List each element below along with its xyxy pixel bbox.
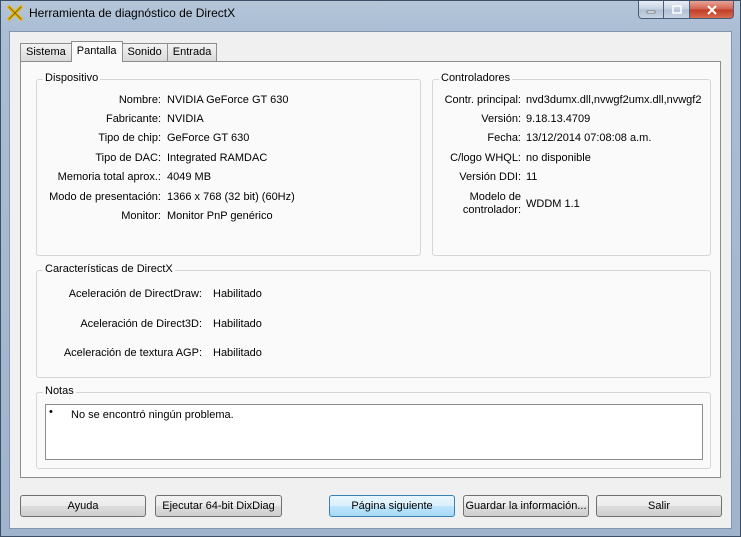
- save-info-button[interactable]: Guardar la información...: [463, 495, 589, 517]
- minimize-button[interactable]: [638, 1, 664, 19]
- driver-date-value: 13/12/2014 07:08:08 a.m.: [526, 132, 652, 144]
- directdraw-label: Aceleración de DirectDraw:: [68, 288, 202, 300]
- notes-title: Notas: [43, 385, 76, 397]
- directx-features-title: Características de DirectX: [43, 263, 175, 275]
- device-name-value: NVIDIA GeForce GT 630: [167, 94, 289, 106]
- title-bar[interactable]: Herramienta de diagnóstico de DirectX: [1, 1, 740, 27]
- run-64bit-dxdiag-button[interactable]: Ejecutar 64-bit DixDiag: [155, 495, 282, 517]
- dialog-content: Sistema Pantalla Sonido Entrada Disposit…: [9, 31, 732, 529]
- close-button[interactable]: [690, 1, 734, 19]
- device-name-label: Nombre:: [118, 94, 161, 106]
- driver-ddi-label: Versión DDI:: [459, 171, 521, 183]
- driver-date-label: Fecha:: [487, 132, 521, 144]
- driver-model-label: Modelo de: [469, 191, 521, 203]
- notes-textbox[interactable]: • No se encontró ningún problema.: [45, 404, 703, 460]
- driver-version-label: Versión:: [481, 113, 521, 125]
- device-group: Dispositivo Nombre: NVIDIA GeForce GT 630…: [36, 72, 421, 256]
- agp-texture-value: Habilitado: [213, 347, 262, 359]
- next-page-button[interactable]: Página siguiente: [329, 495, 455, 517]
- driver-ddi-value: 11: [526, 171, 538, 183]
- device-dac-value: Integrated RAMDAC: [167, 152, 268, 164]
- note-item: No se encontró ningún problema.: [71, 409, 234, 421]
- drivers-group-title: Controladores: [439, 72, 513, 84]
- directx-features-group: Características de DirectX Aceleración d…: [36, 263, 711, 378]
- drivers-group: Controladores Contr. principal: nvd3dumx.…: [432, 72, 711, 256]
- device-mode-label: Modo de presentación:: [49, 191, 161, 203]
- tab-sonido[interactable]: Sonido: [121, 43, 168, 61]
- dxdiag-window: Herramienta de diagnóstico de DirectX Si…: [0, 0, 741, 537]
- driver-whql-value: no disponible: [526, 152, 591, 164]
- directdraw-value: Habilitado: [213, 288, 262, 300]
- tab-strip: Sistema Pantalla Sonido Entrada: [20, 41, 218, 62]
- close-icon: [706, 4, 717, 15]
- exit-button[interactable]: Salir: [596, 495, 722, 517]
- driver-whql-label: C/logo WHQL:: [450, 152, 521, 164]
- notes-group: Notas • No se encontró ningún problema.: [36, 385, 711, 469]
- device-manufacturer-label: Fabricante:: [105, 113, 161, 125]
- window-title: Herramienta de diagnóstico de DirectX: [29, 6, 236, 20]
- device-manufacturer-value: NVIDIA: [167, 113, 204, 125]
- driver-main-label: Contr. principal:: [444, 94, 521, 106]
- note-bullet: •: [49, 406, 53, 418]
- device-memory-value: 4049 MB: [167, 171, 212, 183]
- direct3d-value: Habilitado: [213, 318, 262, 330]
- device-monitor-value: Monitor PnP genérico: [167, 210, 273, 222]
- agp-texture-label: Aceleración de textura AGP:: [63, 347, 202, 359]
- device-chip-label: Tipo de chip:: [98, 132, 161, 144]
- device-memory-label: Memoria total aprox.:: [57, 171, 161, 183]
- tab-pantalla[interactable]: Pantalla: [70, 41, 123, 62]
- device-dac-label: Tipo de DAC:: [95, 152, 161, 164]
- driver-model-value: WDDM 1.1: [526, 198, 580, 210]
- directx-logo-icon: [7, 5, 23, 21]
- driver-main-value: nvd3dumx.dll,nvwgf2umx.dll,nvwgf2: [526, 94, 702, 106]
- tab-entrada[interactable]: Entrada: [166, 43, 218, 61]
- display-panel: Dispositivo Nombre: NVIDIA GeForce GT 630…: [20, 61, 721, 478]
- device-chip-value: GeForce GT 630: [167, 132, 250, 144]
- driver-model-label-line2: controlador:: [462, 204, 521, 216]
- direct3d-label: Aceleración de Direct3D:: [80, 318, 202, 330]
- maximize-button[interactable]: [664, 1, 690, 19]
- device-mode-value: 1366 x 768 (32 bit) (60Hz): [167, 191, 295, 203]
- maximize-icon: [671, 5, 682, 14]
- driver-version-value: 9.18.13.4709: [526, 113, 591, 125]
- device-monitor-label: Monitor:: [121, 210, 161, 222]
- minimize-icon: [646, 10, 656, 13]
- tab-sistema[interactable]: Sistema: [20, 43, 72, 61]
- help-button[interactable]: Ayuda: [20, 495, 146, 517]
- device-group-title: Dispositivo: [43, 72, 101, 84]
